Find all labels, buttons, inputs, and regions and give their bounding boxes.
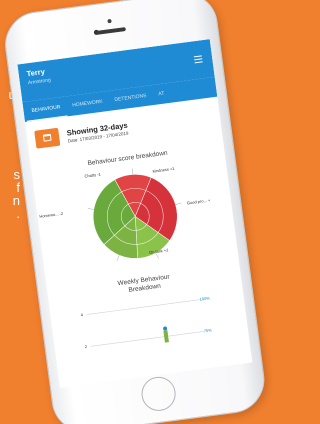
- weekly-point: [163, 326, 168, 331]
- axis-value: 2: [84, 343, 88, 350]
- pie-leader-line: [175, 202, 182, 205]
- pie-chart-svg: [87, 168, 182, 261]
- calendar-icon: [42, 133, 52, 142]
- pie-leader-line: [132, 168, 133, 175]
- weekly-bar: [163, 330, 169, 343]
- date-range-button[interactable]: [34, 127, 61, 149]
- axis-value: 4: [80, 312, 84, 318]
- tab-attendance[interactable]: AT: [151, 83, 171, 105]
- behaviour-pie-chart: Chatty -1 Homewo... -2 Kindness +1 Good …: [32, 149, 239, 283]
- pie-leader-line: [116, 255, 120, 261]
- background-text-lower: s f n .: [0, 168, 20, 220]
- background-text-line: .: [16, 206, 20, 221]
- phone-mockup: Terry Armstrong BEHAVIOUR HOMEWORK DETEN…: [0, 0, 269, 424]
- grid-line: [90, 331, 204, 347]
- date-range-text: Showing 32-days Date: 17/03/2019 - 17/04…: [66, 120, 129, 143]
- axis-label: 75%: [203, 327, 213, 334]
- hamburger-menu-icon[interactable]: [193, 55, 203, 65]
- pie-leader-line: [87, 208, 94, 210]
- grid-line: [86, 299, 200, 315]
